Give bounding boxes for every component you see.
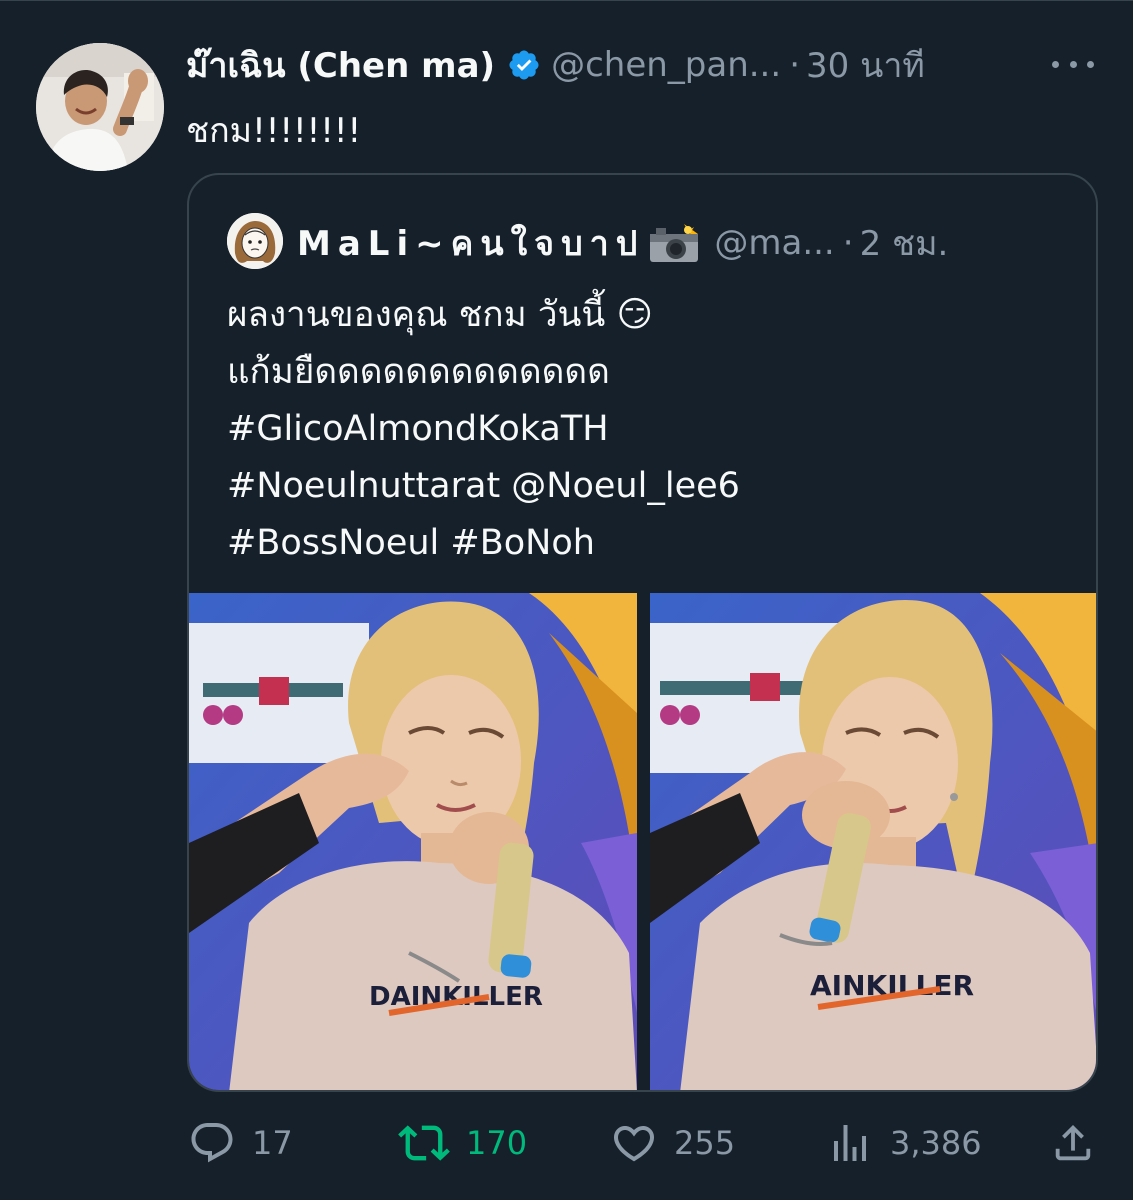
author-handle[interactable]: @chen_pan... — [551, 45, 781, 85]
quoted-tweet-timestamp[interactable]: 2 ชม. — [860, 216, 949, 270]
reply-button[interactable]: 17 — [188, 1113, 293, 1173]
quoted-author-avatar[interactable] — [227, 213, 283, 269]
quoted-author-handle[interactable]: @ma... — [714, 223, 834, 263]
share-button[interactable] — [1050, 1113, 1112, 1173]
hashtag-line[interactable]: #GlicoAlmondKokaTH — [227, 401, 740, 458]
quoted-tweet-text: ผลงานของคุณ ชกม วันนี้ 😏 แก้มยืดดดดดดดดด… — [227, 287, 740, 572]
author-avatar[interactable] — [36, 43, 164, 171]
header-separator: · — [789, 45, 800, 85]
retweet-icon — [398, 1125, 450, 1161]
views-count: 3,386 — [890, 1124, 982, 1162]
quoted-text-line: แก้มยืดดดดดดดดดดดดด — [227, 352, 610, 392]
retweet-count: 170 — [466, 1124, 528, 1162]
tweet: ม๊าเฉิน (Chen ma) @chen_pan... · 30 นาที… — [0, 0, 1133, 1200]
camera-flash-emoji — [648, 222, 700, 264]
like-icon — [613, 1126, 655, 1162]
verified-badge-icon — [507, 48, 541, 82]
quoted-photo-2[interactable]: AINKILLER — [650, 593, 1096, 1090]
reply-count: 17 — [252, 1124, 293, 1162]
views-icon — [834, 1125, 866, 1161]
quoted-header-separator: · — [842, 223, 854, 263]
quoted-text-line: ผลงานของคุณ ชกม วันนี้ 😏 — [227, 295, 653, 335]
share-icon — [1055, 1124, 1091, 1161]
tweet-text: ชกม!!!!!!!! — [186, 111, 362, 151]
tweet-header: ม๊าเฉิน (Chen ma) @chen_pan... · 30 นาที — [186, 41, 925, 89]
tweet-timestamp[interactable]: 30 นาที — [806, 38, 925, 92]
author-display-name[interactable]: ม๊าเฉิน (Chen ma) — [186, 38, 495, 92]
like-count: 255 — [674, 1124, 736, 1162]
views-button[interactable]: 3,386 — [826, 1113, 982, 1173]
quoted-tweet[interactable]: MaLi~คนใจบาป @ma... · 2 ชม. ผลงานของคุณ … — [187, 173, 1098, 1092]
quoted-tweet-header: MaLi~คนใจบาป @ma... · 2 ชม. — [297, 219, 948, 267]
hashtag-mention-line[interactable]: #Noeulnuttarat @Noeul_lee6 — [227, 458, 740, 515]
like-button[interactable]: 255 — [610, 1113, 735, 1173]
quoted-photo-1[interactable]: DAINKILLER — [189, 593, 637, 1090]
reply-icon — [191, 1123, 233, 1163]
tweet-actions: 17 170 255 3,386 — [0, 1113, 1133, 1173]
retweet-button[interactable]: 170 — [398, 1113, 527, 1173]
shirt-print: DAINKILLER — [369, 982, 543, 1012]
more-icon[interactable] — [1052, 49, 1094, 79]
quoted-author-display-name[interactable]: MaLi~คนใจบาป — [297, 216, 644, 270]
hashtag-line[interactable]: #BossNoeul #BoNoh — [227, 515, 740, 572]
